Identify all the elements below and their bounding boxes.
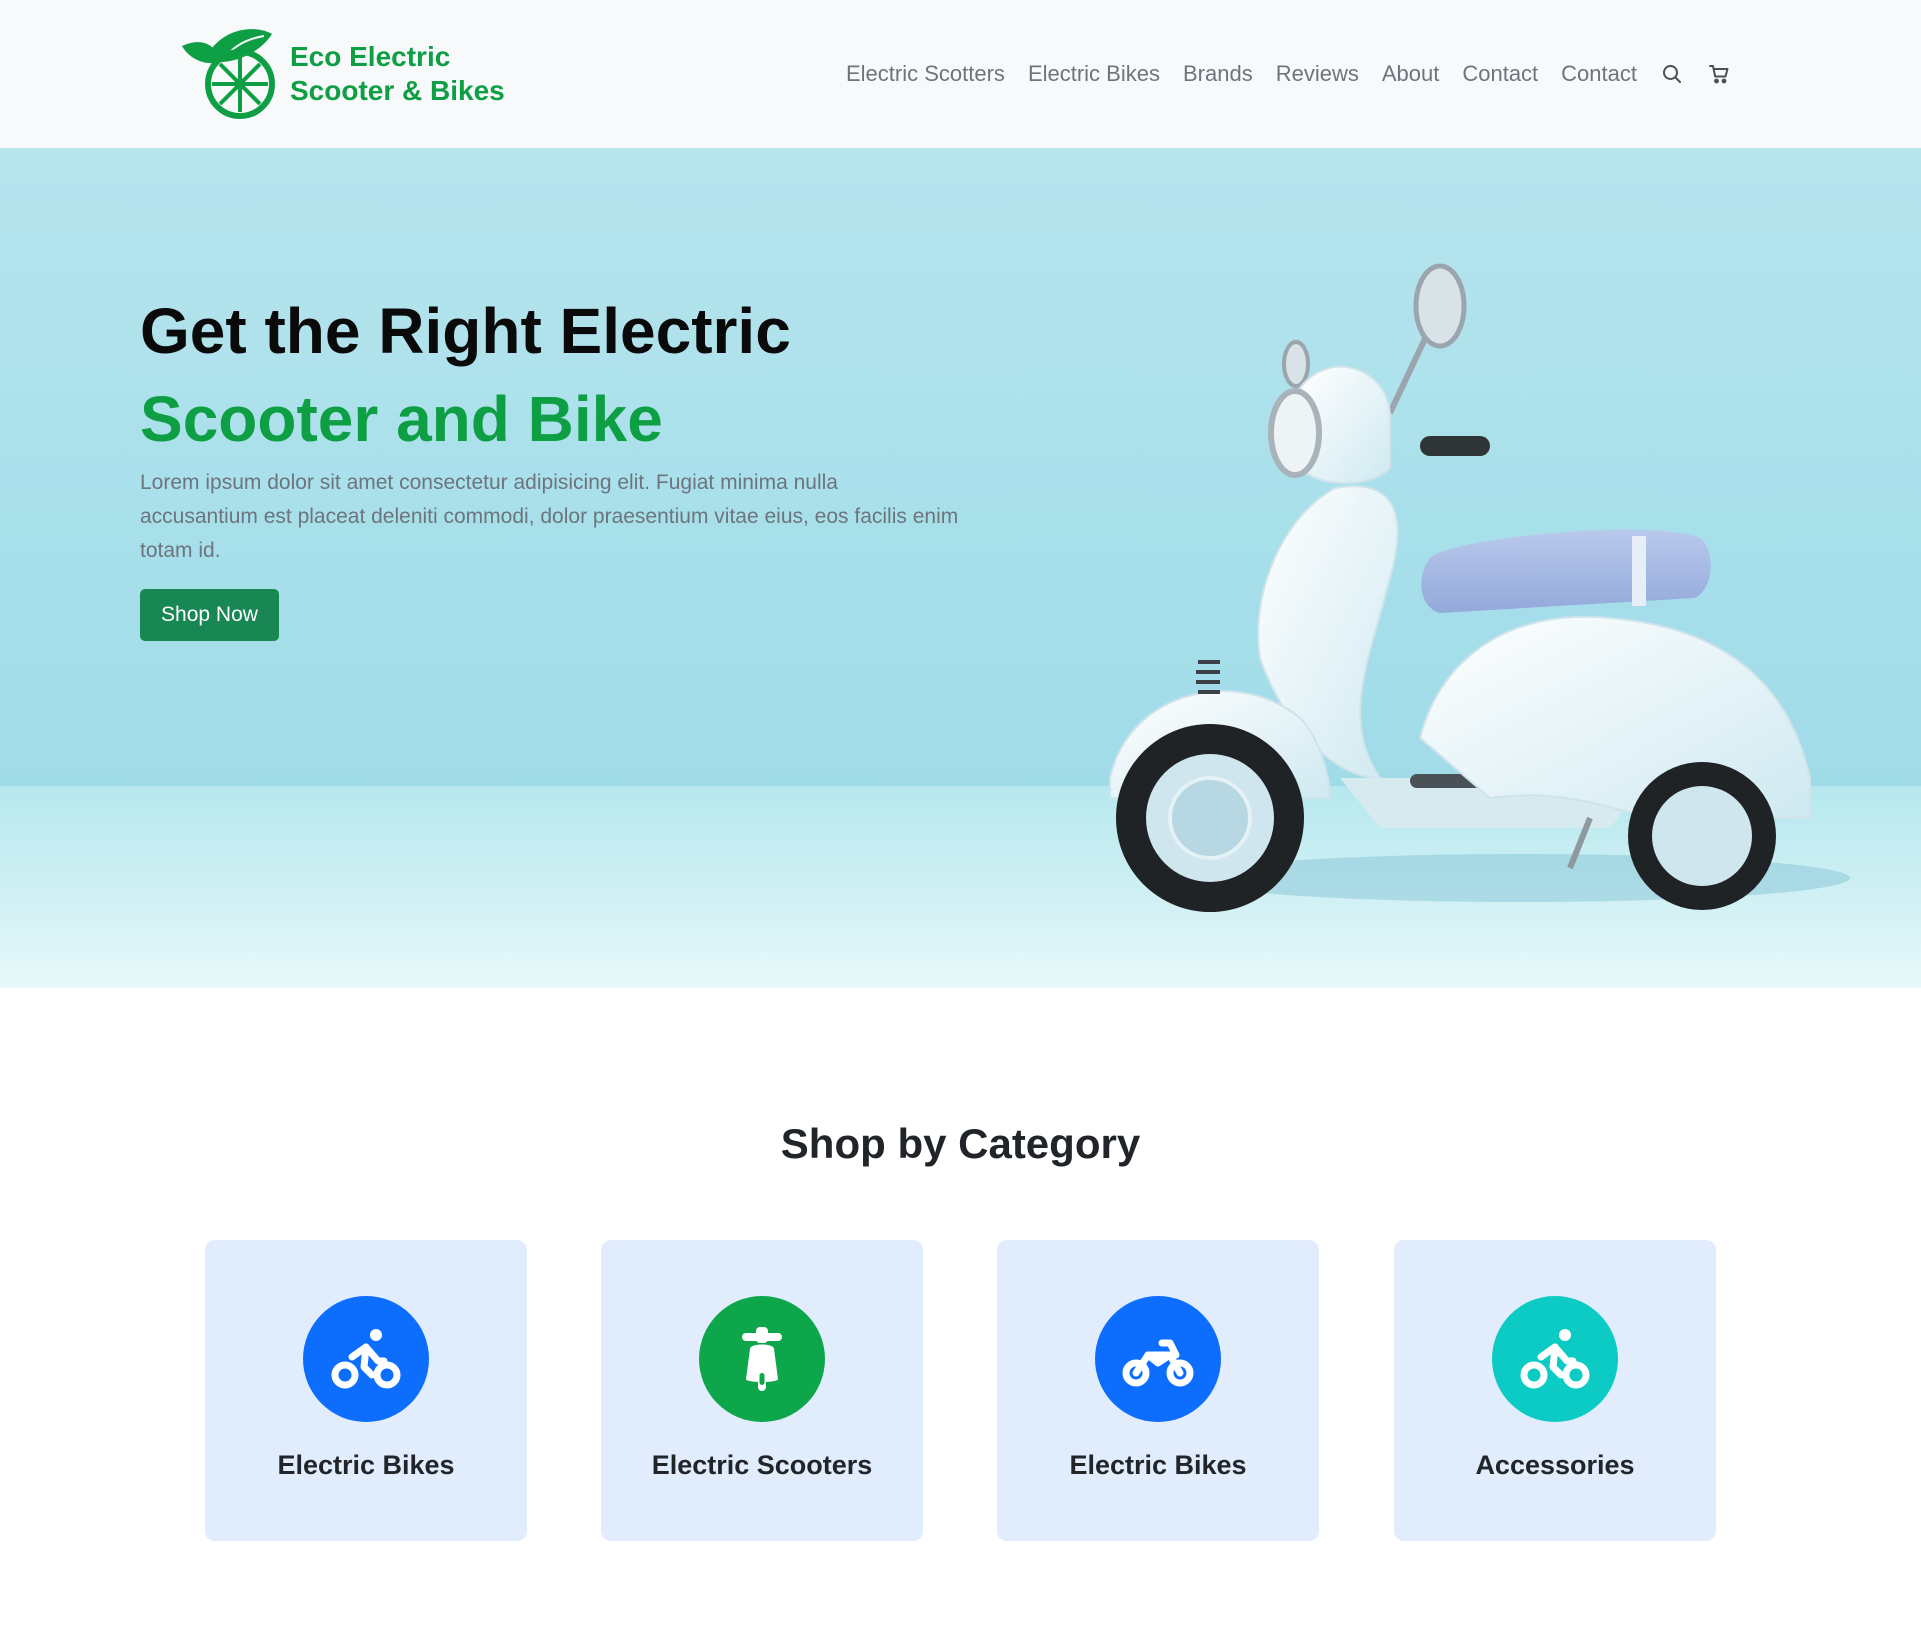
category-card-electric-bikes[interactable]: Electric Bikes: [205, 1240, 527, 1541]
nav-link-reviews[interactable]: Reviews: [1276, 61, 1359, 87]
category-label: Accessories: [1475, 1450, 1635, 1480]
hero-title-line-2: Scooter and Bike: [140, 383, 663, 455]
bicycle-rider-icon: [331, 1329, 401, 1389]
brand-line-2: Scooter & Bikes: [290, 75, 505, 106]
category-icon-circle: [303, 1296, 429, 1422]
hero-description: Lorem ipsum dolor sit amet consectetur a…: [140, 471, 959, 562]
main-nav: Electric Scotters Electric Bikes Brands …: [823, 52, 1731, 96]
search-icon[interactable]: [1660, 62, 1684, 86]
category-label: Electric Bikes: [277, 1450, 455, 1480]
nav-link-brands[interactable]: Brands: [1183, 61, 1253, 87]
brand[interactable]: Eco Electric Scooter & Bikes: [180, 28, 505, 120]
scooter-image: [1109, 263, 1850, 912]
hero-banner: Get the Right Electric Scooter and Bike …: [0, 148, 1921, 988]
category-card-electric-bikes-2[interactable]: Electric Bikes: [997, 1240, 1319, 1541]
leaf-wheel-logo-icon: [182, 29, 275, 119]
nav-link-electric-scotters[interactable]: Electric Scotters: [846, 61, 1005, 87]
brand-name: Eco Electric Scooter & Bikes: [290, 40, 505, 108]
bicycle-rider-icon: [1520, 1329, 1590, 1389]
category-icon-circle: [699, 1296, 825, 1422]
category-label: Electric Scooters: [651, 1450, 873, 1480]
category-icon-circle: [1095, 1296, 1221, 1422]
category-icon-circle: [1492, 1296, 1618, 1422]
motorbike-icon: [1122, 1339, 1194, 1387]
cart-icon[interactable]: [1707, 62, 1731, 86]
hero-title-line-1: Get the Right Electric: [140, 295, 791, 367]
nav-link-electric-bikes[interactable]: Electric Bikes: [1028, 61, 1160, 87]
brand-line-1: Eco Electric: [290, 41, 451, 72]
nav-link-contact[interactable]: Contact: [1462, 61, 1538, 87]
shop-now-button[interactable]: Shop Now: [140, 589, 279, 641]
category-card-electric-scooters[interactable]: Electric Scooters: [601, 1240, 923, 1541]
scooter-icon: [742, 1327, 782, 1391]
category-label: Electric Bikes: [1069, 1450, 1247, 1480]
nav-link-contact-2[interactable]: Contact: [1561, 61, 1637, 87]
category-card-accessories[interactable]: Accessories: [1394, 1240, 1716, 1541]
navbar: Eco Electric Scooter & Bikes Electric Sc…: [0, 0, 1921, 148]
category-cards: Electric Bikes Electric Scooters Electri…: [205, 1240, 1716, 1541]
nav-link-about[interactable]: About: [1382, 61, 1440, 87]
shop-by-category-title: Shop by Category: [780, 1120, 1141, 1167]
